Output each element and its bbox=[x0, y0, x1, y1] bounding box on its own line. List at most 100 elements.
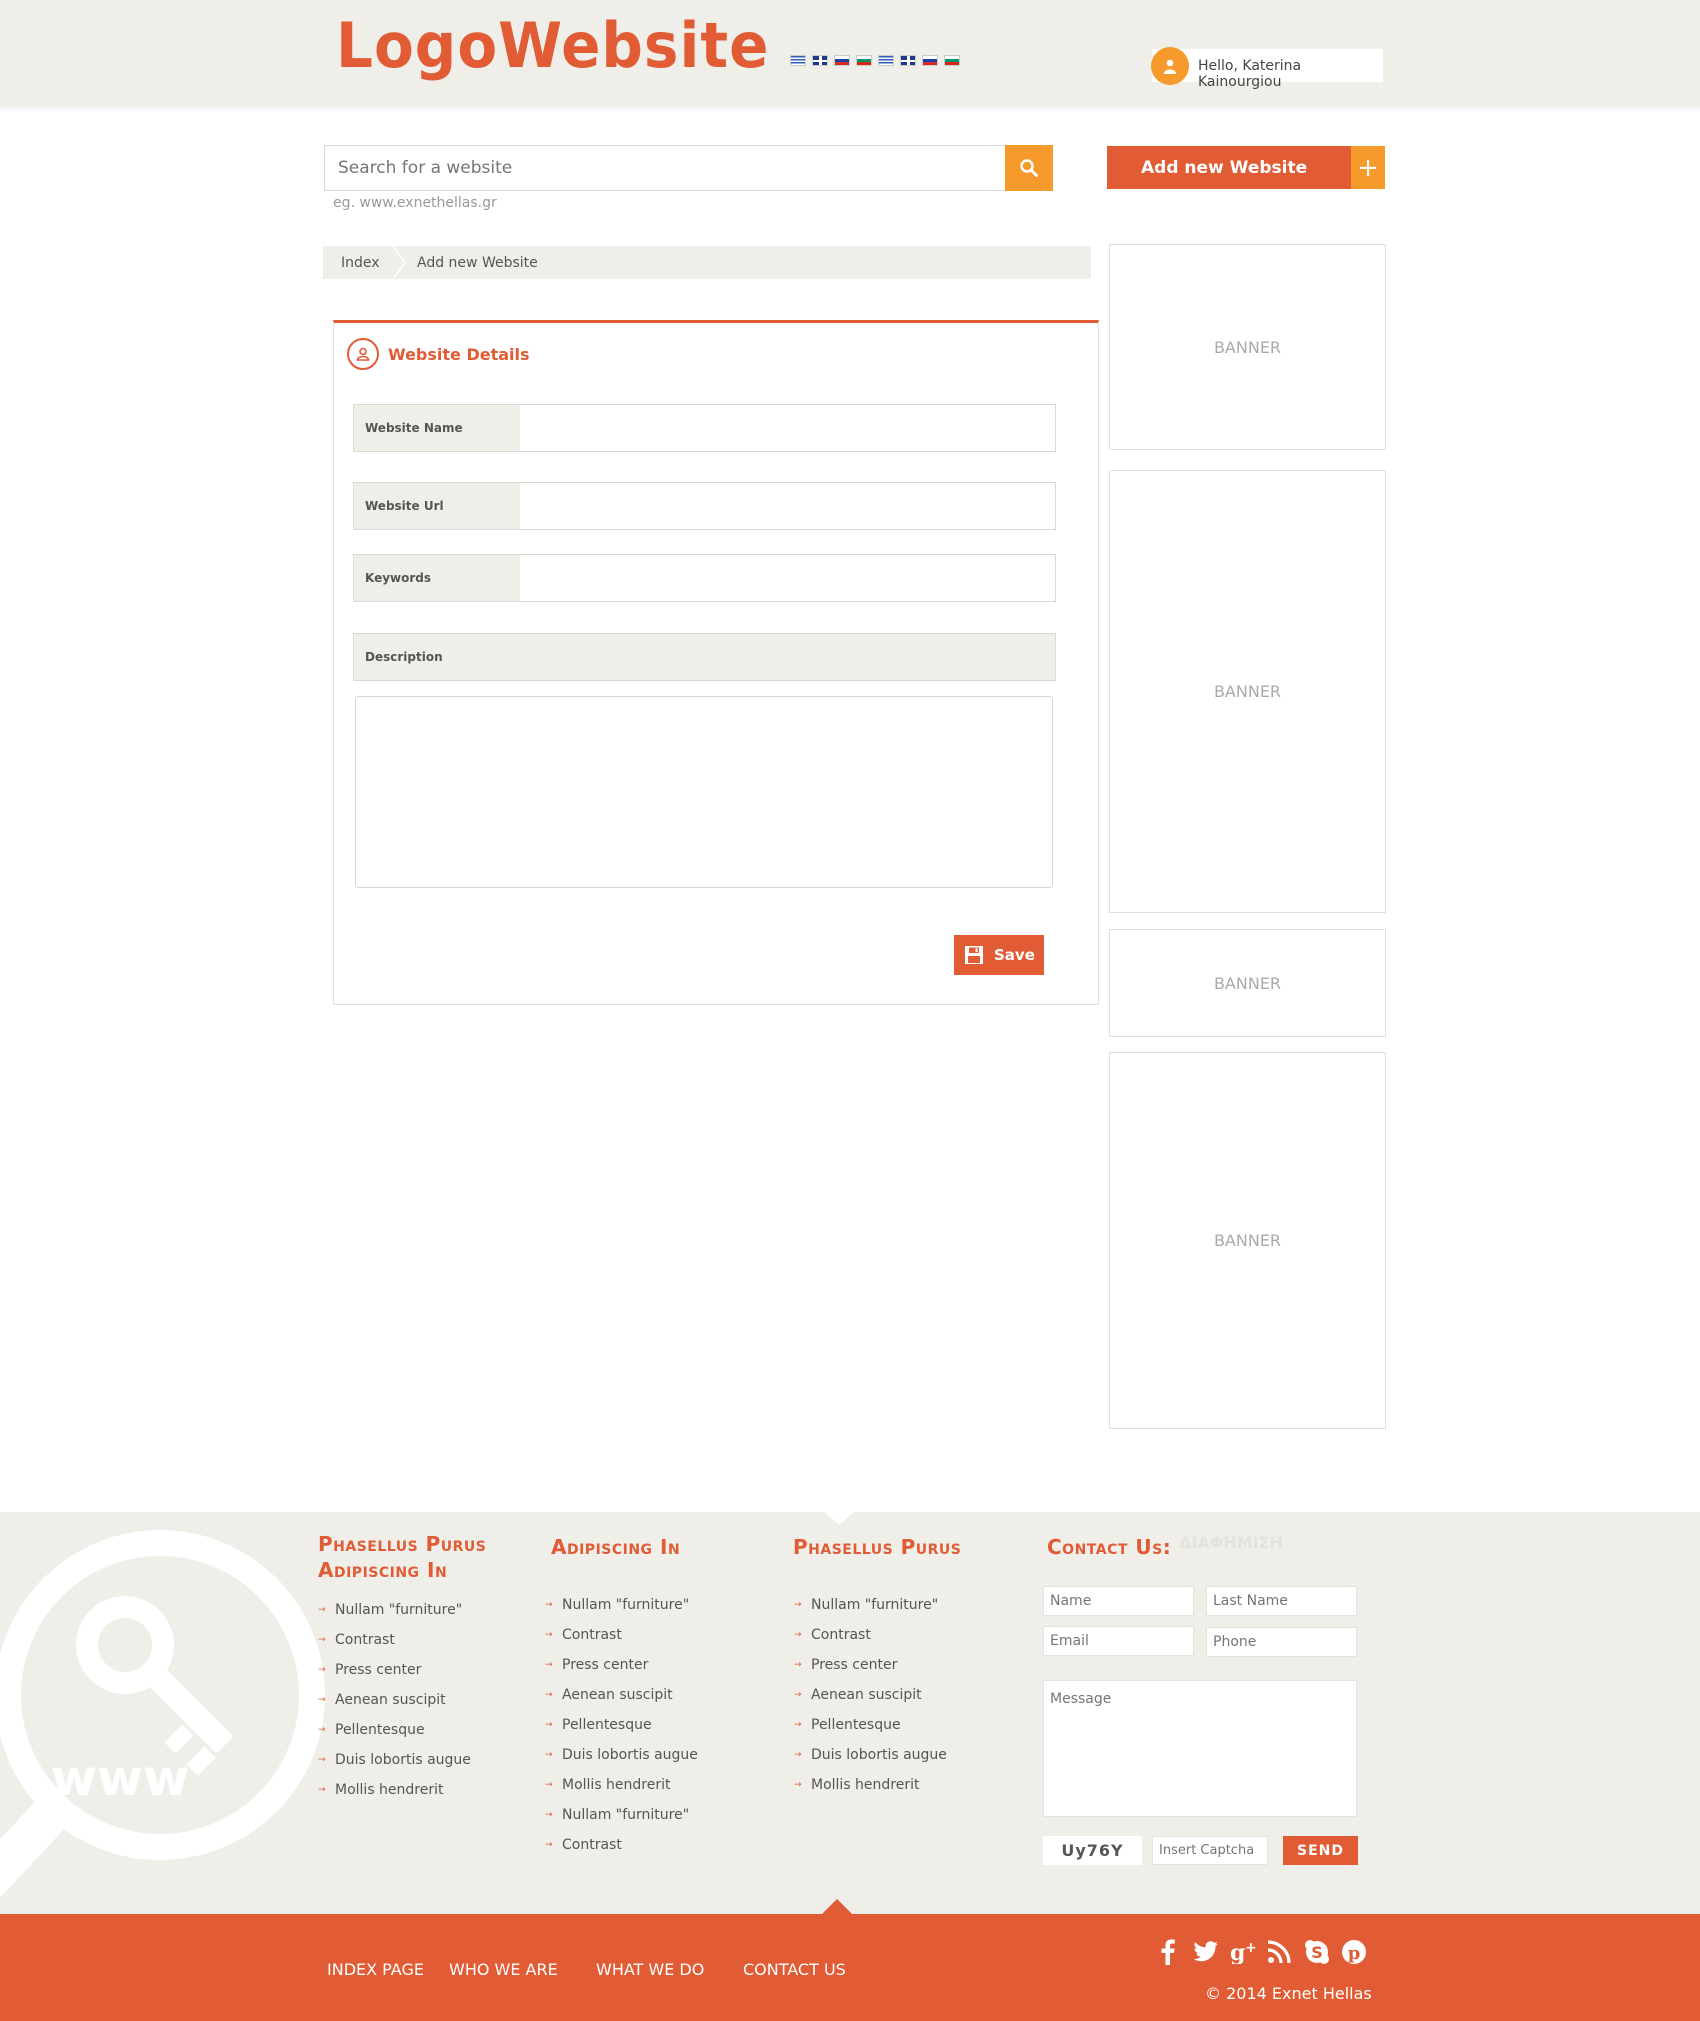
breadcrumb-separator-icon bbox=[392, 246, 406, 279]
footer-link[interactable]: Mollis hendrerit bbox=[318, 1775, 471, 1805]
svg-text:p: p bbox=[1348, 1943, 1361, 1964]
contact-lastname-input[interactable] bbox=[1206, 1586, 1357, 1616]
language-selector bbox=[790, 55, 960, 66]
user-greeting: Hello, Katerina Kainourgiou bbox=[1198, 58, 1302, 90]
plus-icon[interactable]: + bbox=[1351, 146, 1385, 189]
footer-nav-contact-us[interactable]: CONTACT US bbox=[743, 1960, 846, 1979]
footer-col3-title: Phasellus Purus bbox=[793, 1535, 962, 1559]
banner-slot[interactable]: BANNER bbox=[1109, 470, 1386, 913]
panel-title: Website Details bbox=[388, 345, 530, 364]
flag-uk-icon[interactable] bbox=[812, 55, 828, 66]
footer-link[interactable]: Pellentesque bbox=[318, 1715, 471, 1745]
website-name-label: Website Name bbox=[354, 405, 520, 451]
www-watermark: www bbox=[51, 1749, 190, 1807]
footer-notch bbox=[824, 1512, 854, 1525]
svg-text:g: g bbox=[1230, 1940, 1245, 1964]
skype-icon[interactable]: S bbox=[1303, 1938, 1331, 1966]
website-name-field: Website Name bbox=[353, 404, 1056, 452]
footer-col2-title: Adipiscing In bbox=[551, 1535, 681, 1559]
footer-link[interactable]: Mollis hendrerit bbox=[794, 1770, 947, 1800]
rss-icon[interactable] bbox=[1265, 1938, 1293, 1966]
add-website-button[interactable]: Add new Website bbox=[1107, 146, 1351, 189]
flag-greece-icon[interactable] bbox=[878, 55, 894, 66]
floppy-disk-icon bbox=[965, 946, 983, 964]
save-label: Save bbox=[994, 946, 1035, 964]
details-icon bbox=[347, 338, 379, 370]
contact-name-input[interactable] bbox=[1043, 1586, 1194, 1616]
footer-link[interactable]: Contrast bbox=[545, 1830, 698, 1860]
svg-text:S: S bbox=[1311, 1943, 1323, 1962]
footer-link[interactable]: Pellentesque bbox=[794, 1710, 947, 1740]
footer-link[interactable]: Duis lobortis augue bbox=[794, 1740, 947, 1770]
footer-bar-notch bbox=[822, 1899, 852, 1914]
footer-nav-what-we-do[interactable]: WHAT WE DO bbox=[596, 1960, 704, 1979]
flag-russia-icon[interactable] bbox=[922, 55, 938, 66]
flag-russia-icon[interactable] bbox=[834, 55, 850, 66]
footer-col1-list: Nullam "furniture" Contrast Press center… bbox=[318, 1595, 471, 1805]
breadcrumb: Index Add new Website bbox=[323, 246, 1091, 279]
flag-bulgaria-icon[interactable] bbox=[944, 55, 960, 66]
contact-message-textarea[interactable] bbox=[1043, 1680, 1357, 1817]
footer-link[interactable]: Press center bbox=[545, 1650, 698, 1680]
footer-col2-list: Nullam "furniture" Contrast Press center… bbox=[545, 1590, 698, 1860]
website-url-label: Website Url bbox=[354, 483, 520, 529]
footer-col3-list: Nullam "furniture" Contrast Press center… bbox=[794, 1590, 947, 1800]
flag-greece-icon[interactable] bbox=[790, 55, 806, 66]
twitter-icon[interactable] bbox=[1192, 1938, 1220, 1966]
footer-bar bbox=[0, 1914, 1700, 2021]
user-menu[interactable]: Hello, Katerina Kainourgiou bbox=[1151, 47, 1383, 90]
website-details-panel: Website Details Website Name Website Url… bbox=[333, 320, 1099, 1005]
banner-slot[interactable]: BANNER bbox=[1109, 244, 1386, 450]
user-icon bbox=[1151, 47, 1189, 85]
footer-nav-who-we-are[interactable]: WHO WE ARE bbox=[449, 1960, 558, 1979]
search-icon bbox=[1020, 159, 1038, 177]
flag-bulgaria-icon[interactable] bbox=[856, 55, 872, 66]
keywords-input[interactable] bbox=[520, 555, 1055, 601]
keywords-label: Keywords bbox=[354, 555, 520, 601]
description-textarea[interactable] bbox=[355, 696, 1053, 888]
save-button[interactable]: Save bbox=[954, 935, 1044, 975]
footer-link[interactable]: Contrast bbox=[318, 1625, 471, 1655]
search-button[interactable] bbox=[1005, 145, 1053, 191]
add-website-label: Add new Website bbox=[1141, 157, 1308, 178]
footer-link[interactable]: Nullam "furniture" bbox=[318, 1595, 471, 1625]
flag-uk-icon[interactable] bbox=[900, 55, 916, 66]
pinterest-icon[interactable]: p bbox=[1340, 1938, 1368, 1966]
footer-link[interactable]: Press center bbox=[318, 1655, 471, 1685]
footer-nav-index[interactable]: INDEX PAGE bbox=[327, 1960, 424, 1979]
footer-link[interactable]: Pellentesque bbox=[545, 1710, 698, 1740]
breadcrumb-current: Add new Website bbox=[417, 255, 538, 271]
contact-email-input[interactable] bbox=[1043, 1626, 1194, 1656]
svg-text:+: + bbox=[1245, 1940, 1257, 1956]
site-logo[interactable]: LogoWebsite bbox=[336, 14, 769, 77]
banner-slot[interactable]: BANNER bbox=[1109, 1052, 1386, 1429]
logo-part-logo: Logo bbox=[336, 8, 499, 83]
footer-link[interactable]: Nullam "furniture" bbox=[545, 1590, 698, 1620]
description-label: Description bbox=[353, 633, 1056, 681]
footer-link[interactable]: Aenean suscipit bbox=[794, 1680, 947, 1710]
google-plus-icon[interactable]: g + bbox=[1230, 1938, 1258, 1966]
contact-phone-input[interactable] bbox=[1206, 1627, 1357, 1657]
website-url-input[interactable] bbox=[520, 483, 1055, 529]
captcha-input[interactable] bbox=[1152, 1836, 1268, 1865]
banner-slot[interactable]: BANNER bbox=[1109, 929, 1386, 1037]
footer-link[interactable]: Contrast bbox=[545, 1620, 698, 1650]
footer-link[interactable]: Duis lobortis augue bbox=[318, 1745, 471, 1775]
footer-link[interactable]: Contrast bbox=[794, 1620, 947, 1650]
footer-link[interactable]: Mollis hendrerit bbox=[545, 1770, 698, 1800]
footer-link[interactable]: Press center bbox=[794, 1650, 947, 1680]
footer-link[interactable]: Nullam "furniture" bbox=[794, 1590, 947, 1620]
website-name-input[interactable] bbox=[520, 405, 1055, 451]
footer-link[interactable]: Aenean suscipit bbox=[545, 1680, 698, 1710]
footer-col1-title: Phasellus Purus Adipiscing In bbox=[318, 1531, 486, 1583]
search-input[interactable] bbox=[324, 145, 1006, 191]
send-button[interactable]: SEND bbox=[1283, 1836, 1358, 1865]
footer-link[interactable]: Nullam "furniture" bbox=[545, 1800, 698, 1830]
footer-link[interactable]: Duis lobortis augue bbox=[545, 1740, 698, 1770]
advertising-link[interactable]: ΔΙΑΦΗΜΙΣΗ bbox=[1179, 1533, 1283, 1552]
contact-title: Contact Us: bbox=[1047, 1535, 1172, 1559]
search-hint: eg. www.exnethellas.gr bbox=[333, 195, 497, 211]
facebook-icon[interactable] bbox=[1154, 1938, 1182, 1966]
breadcrumb-index[interactable]: Index bbox=[341, 255, 380, 271]
footer-link[interactable]: Aenean suscipit bbox=[318, 1685, 471, 1715]
